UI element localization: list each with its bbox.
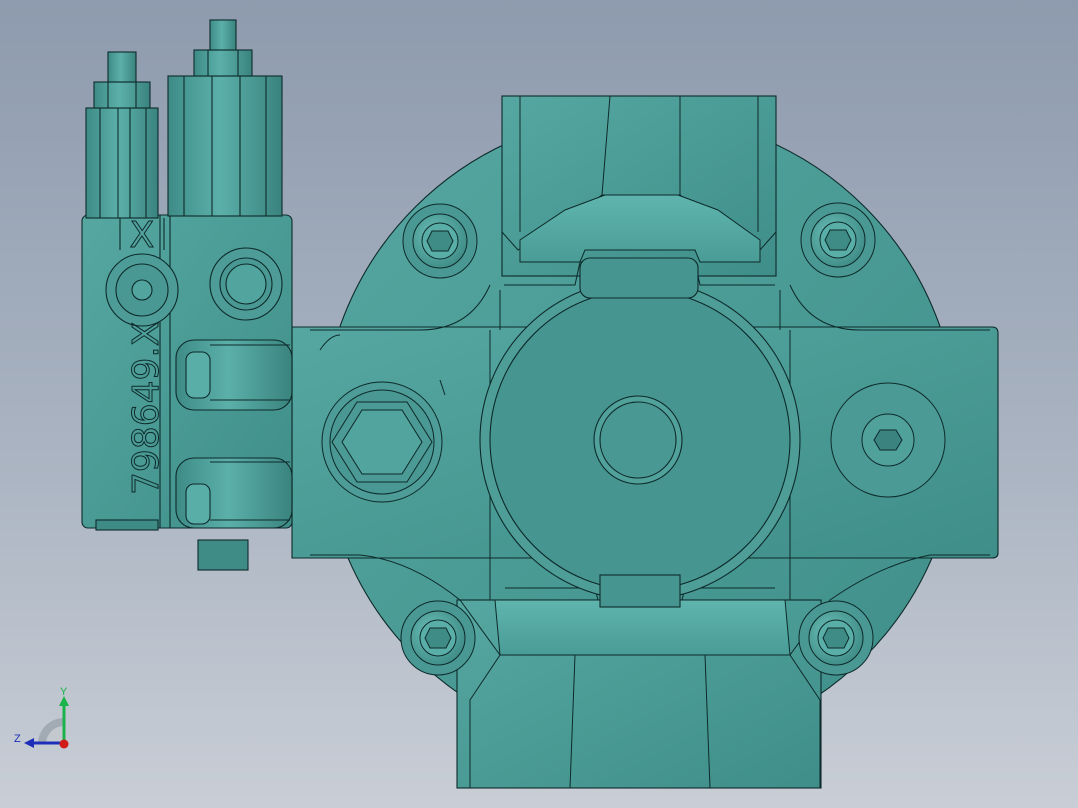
port-marking-x: X bbox=[130, 215, 155, 256]
right-cartridge-stem bbox=[209, 19, 237, 51]
right-cartridge bbox=[167, 75, 283, 217]
z-axis-label: Z bbox=[14, 733, 21, 745]
left-cartridge-stem bbox=[107, 51, 137, 83]
y-axis-label: Y bbox=[60, 686, 68, 698]
right-cartridge-nut bbox=[193, 49, 253, 77]
left-cartridge bbox=[85, 107, 159, 219]
control-valve-block: X bbox=[81, 19, 293, 571]
socket-plug-right bbox=[830, 382, 946, 498]
bolt-bottom-right bbox=[798, 600, 874, 676]
bolt-top-right bbox=[800, 202, 876, 278]
part-number-marking: 798649.X bbox=[126, 321, 167, 495]
z-axis-arrow bbox=[24, 738, 34, 748]
x-axis-dot bbox=[59, 739, 69, 749]
bottom-channel bbox=[494, 599, 791, 656]
hex-plug-left bbox=[321, 381, 443, 503]
cad-viewport[interactable]: X 798649.X bbox=[0, 0, 1078, 808]
bolt-top-left bbox=[402, 203, 478, 279]
port-upper-left bbox=[105, 253, 179, 327]
bolt-bottom-left bbox=[400, 600, 476, 676]
left-cartridge-nut bbox=[93, 81, 151, 109]
orientation-triad: Y Z bbox=[14, 686, 69, 749]
port-upper-right bbox=[209, 247, 283, 321]
